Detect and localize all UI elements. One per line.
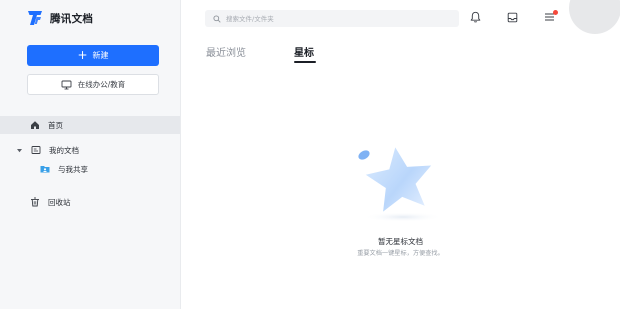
- search-input[interactable]: [226, 14, 446, 23]
- caret-down-icon[interactable]: [16, 147, 23, 154]
- new-button-label: 新建: [92, 51, 109, 60]
- sidebar-item-trash[interactable]: 回收站: [0, 193, 180, 211]
- plus-icon: +: [77, 48, 88, 62]
- home-icon: [30, 120, 40, 130]
- avatar[interactable]: [569, 0, 620, 34]
- tencent-docs-logo-icon: [28, 11, 42, 25]
- tab-starred[interactable]: 星标: [294, 44, 314, 59]
- sidebar-item-label: 回收站: [48, 197, 71, 207]
- search-icon: [213, 14, 221, 23]
- sidebar-item-my-docs[interactable]: 我的文档: [0, 141, 180, 159]
- star-icon: [358, 147, 443, 222]
- monitor-icon: [61, 80, 72, 89]
- sidebar-item-shared[interactable]: 与我共享: [0, 160, 180, 178]
- app-logo[interactable]: 腾讯文档: [26, 9, 93, 27]
- sidebar: 腾讯文档 + 新建 在线办公/教育 首页 我的文档 与我共享 回收站: [0, 0, 181, 309]
- sidebar-item-label: 首页: [48, 120, 63, 130]
- inbox-tray-icon: [507, 12, 517, 22]
- trash-icon: [30, 197, 40, 207]
- tab-recent[interactable]: 最近浏览: [206, 44, 246, 59]
- sidebar-item-label: 我的文档: [49, 145, 79, 155]
- search-box[interactable]: [205, 10, 459, 27]
- empty-state-title: 暂无星标文档: [378, 237, 423, 246]
- empty-state-subtitle: 重要文档一键星标，方便查找。: [357, 250, 444, 257]
- app-name: 腾讯文档: [50, 12, 94, 25]
- new-button[interactable]: + 新建: [27, 45, 159, 66]
- online-office-label: 在线办公/教育: [77, 80, 126, 89]
- folder-doc-icon: [31, 145, 41, 155]
- sidebar-item-home[interactable]: 首页: [0, 116, 180, 134]
- shared-folder-icon: [40, 164, 50, 174]
- active-tab-indicator: [294, 61, 316, 63]
- menu-button[interactable]: [542, 10, 558, 24]
- bell-icon: [470, 11, 480, 23]
- online-office-button[interactable]: 在线办公/教育: [27, 74, 159, 95]
- notification-button[interactable]: [468, 10, 482, 24]
- sidebar-item-label: 与我共享: [58, 164, 88, 174]
- notification-dot: [553, 10, 558, 15]
- inbox-button[interactable]: [505, 10, 519, 24]
